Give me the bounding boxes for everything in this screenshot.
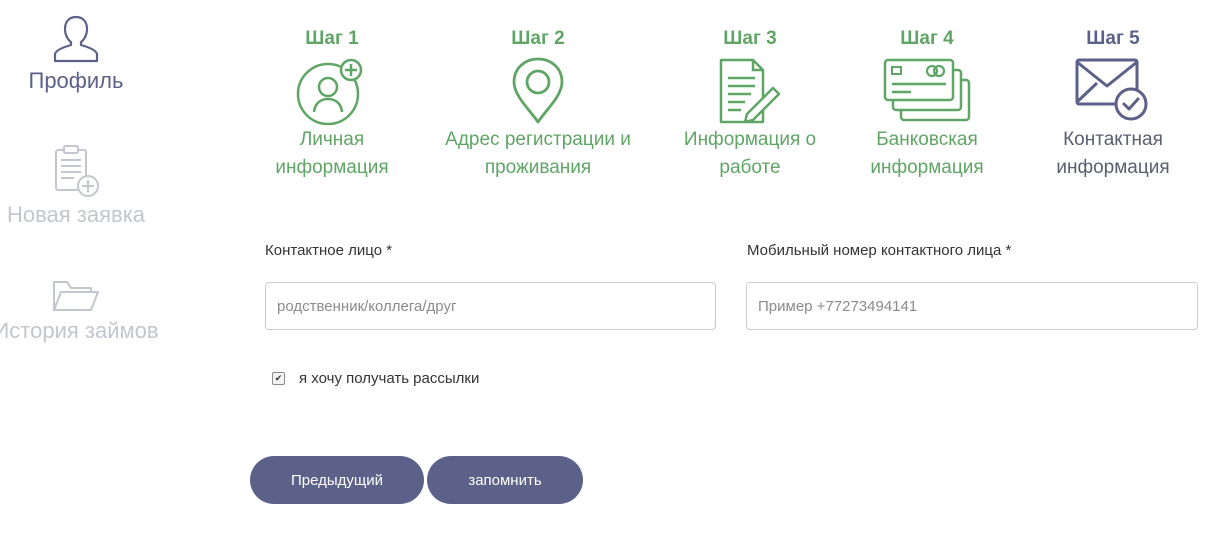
sidebar-item-profile[interactable]: Профиль xyxy=(0,14,152,94)
step-label-line1: Адрес регистрации и xyxy=(445,129,631,150)
newsletter-checkbox[interactable]: ✔ xyxy=(272,372,285,385)
step-4[interactable]: Шаг 4 Банковская информация xyxy=(852,26,1002,182)
step-label-line1: Контактная xyxy=(1063,129,1163,150)
step-label-line2: проживания xyxy=(484,157,592,178)
previous-button[interactable]: Предыдущий xyxy=(250,456,424,504)
contact-person-input[interactable] xyxy=(265,282,716,330)
sidebar-item-loan-history[interactable]: История займов xyxy=(0,276,164,344)
step-label-line1: Информация о xyxy=(683,129,817,150)
step-label-line2: информация xyxy=(1056,157,1170,178)
user-add-icon xyxy=(296,58,363,126)
step-label-line2: информация xyxy=(275,157,389,178)
step-1[interactable]: Шаг 1 Личная информация xyxy=(254,26,410,182)
step-label-line1: Личная xyxy=(299,129,365,150)
sidebar-item-label: История займов xyxy=(0,318,159,343)
envelope-check-icon xyxy=(1075,58,1148,121)
bank-cards-icon xyxy=(883,58,971,122)
step-title: Шаг 2 xyxy=(511,28,565,49)
location-pin-icon xyxy=(512,57,564,124)
sidebar-item-new-application[interactable]: Новая заявка xyxy=(0,144,152,228)
sidebar-item-label: Новая заявка xyxy=(6,202,146,227)
step-title: Шаг 4 xyxy=(900,28,954,49)
sidebar-item-label: Профиль xyxy=(28,68,124,93)
step-2[interactable]: Шаг 2 Адрес регистрации и проживания xyxy=(428,26,648,182)
user-icon xyxy=(53,15,99,63)
clipboard-add-icon xyxy=(55,145,99,197)
save-button[interactable]: запомнить xyxy=(427,456,583,504)
step-label-line1: Банковская xyxy=(876,129,978,150)
step-title: Шаг 5 xyxy=(1086,28,1140,49)
document-edit-icon xyxy=(719,58,781,124)
newsletter-label: я хочу получать рассылки xyxy=(299,370,480,387)
step-label-line2: работе xyxy=(719,157,781,178)
step-title: Шаг 1 xyxy=(305,28,359,49)
contact-person-label: Контактное лицо * xyxy=(265,242,393,259)
contact-phone-label: Мобильный номер контактного лица * xyxy=(747,242,1012,259)
step-label-line2: информация xyxy=(870,157,984,178)
step-title: Шаг 3 xyxy=(723,28,777,49)
newsletter-option[interactable]: ✔ я хочу получать рассылки xyxy=(272,370,479,387)
step-3[interactable]: Шаг 3 Информация о работе xyxy=(670,26,830,182)
contact-phone-input[interactable] xyxy=(746,282,1198,330)
folder-icon xyxy=(53,281,99,311)
step-5[interactable]: Шаг 5 Контактная информация xyxy=(1036,26,1190,182)
